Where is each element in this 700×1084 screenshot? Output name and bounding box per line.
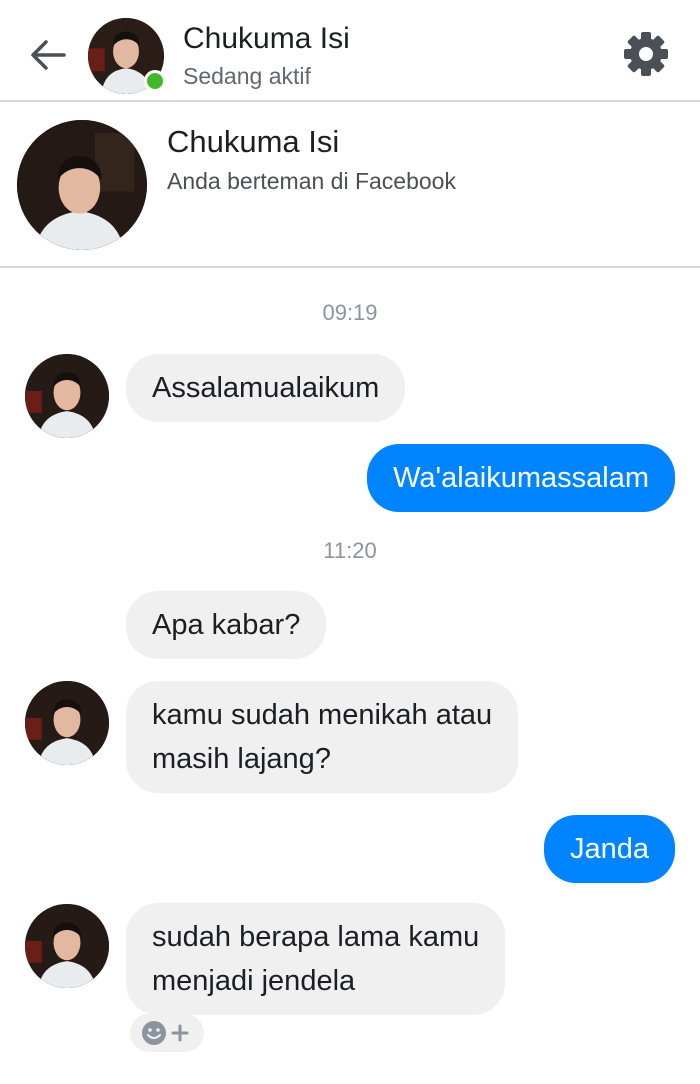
active-status: Sedang aktif [183,63,311,89]
sender-avatar[interactable] [25,681,109,765]
timestamp: 11:20 [323,538,377,563]
header-avatar-wrap[interactable] [88,18,166,94]
friendship-note: Anda berteman di Facebook [167,168,456,194]
profile-avatar[interactable] [17,120,147,250]
smiley-icon [142,1021,166,1045]
gear-icon [624,32,668,76]
incoming-message[interactable]: kamu sudah menikah atau masih lajang? [126,681,519,793]
outgoing-message[interactable]: Janda [543,815,675,883]
back-arrow-icon [31,40,66,70]
plus-icon [171,1024,189,1042]
timestamp: 09:19 [322,300,378,325]
outgoing-message[interactable]: Wa'alaikumassalam [367,444,675,512]
incoming-message[interactable]: Apa kabar? [126,591,327,659]
chat-screen: Chukuma Isi Sedang aktif Chukuma Isi And… [0,0,700,1084]
contact-name[interactable]: Chukuma Isi [183,22,350,56]
back-button[interactable] [24,30,74,80]
profile-name[interactable]: Chukuma Isi [167,124,339,160]
incoming-message[interactable]: Assalamualaikum [126,354,406,422]
sender-avatar[interactable] [25,354,109,438]
settings-button[interactable] [620,28,672,80]
chat-header: Chukuma Isi Sedang aktif [0,0,700,102]
profile-summary: Chukuma Isi Anda berteman di Facebook [0,104,700,268]
incoming-message[interactable]: sudah berapa lama kamu menjadi jendela [126,903,506,1015]
add-reaction-button[interactable] [130,1014,204,1052]
sender-avatar[interactable] [25,904,109,988]
online-indicator [144,70,166,92]
